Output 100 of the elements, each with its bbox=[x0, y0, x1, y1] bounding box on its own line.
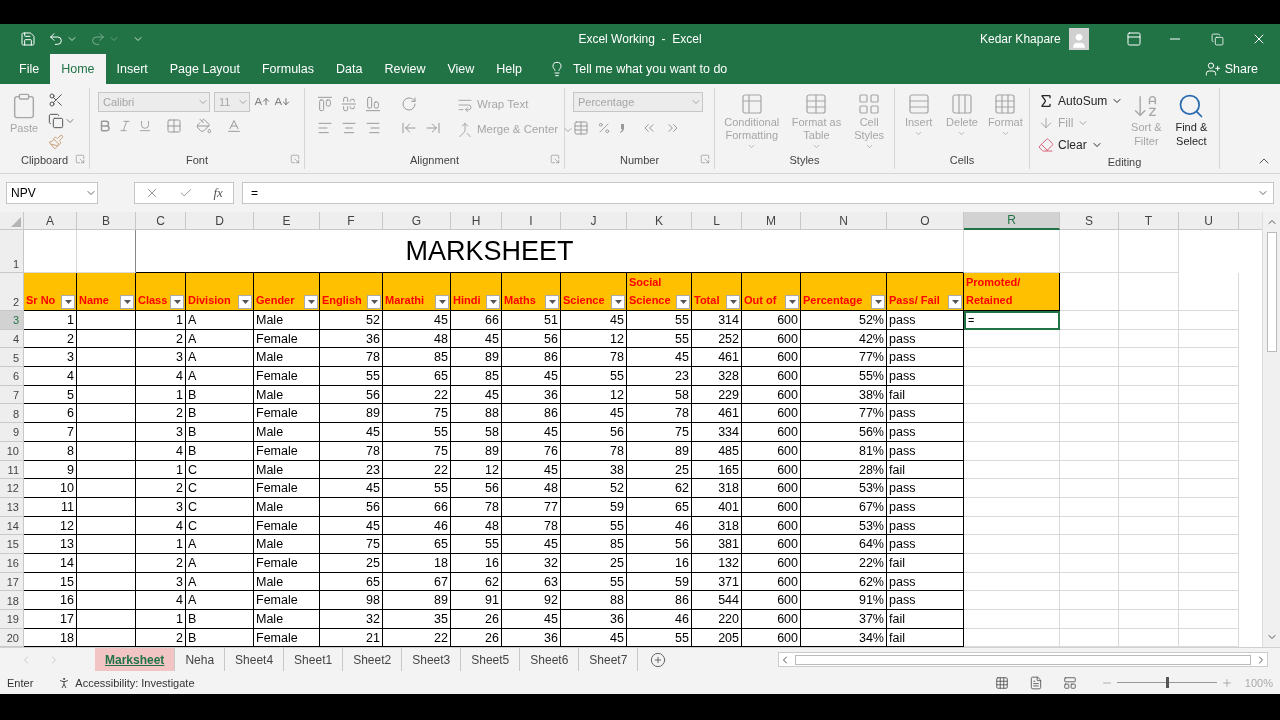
dialog-launcher-icon[interactable] bbox=[290, 154, 300, 164]
empty-cell[interactable] bbox=[77, 441, 136, 461]
empty-cell[interactable] bbox=[77, 385, 136, 405]
empty-cell[interactable] bbox=[77, 348, 136, 368]
row-header[interactable]: 15 bbox=[0, 535, 24, 554]
decrease-indent-icon[interactable] bbox=[401, 120, 417, 136]
row-header[interactable]: 5 bbox=[0, 348, 24, 368]
empty-cell[interactable] bbox=[77, 610, 136, 629]
column-header[interactable]: A bbox=[24, 212, 77, 230]
tell-me-field[interactable]: Tell me what you want to do bbox=[573, 59, 774, 79]
dialog-launcher-icon[interactable] bbox=[550, 154, 560, 164]
filter-button[interactable] bbox=[304, 295, 318, 309]
filter-button[interactable] bbox=[435, 295, 449, 309]
zoom-thumb[interactable] bbox=[1165, 677, 1169, 689]
avatar[interactable] bbox=[1068, 28, 1089, 50]
autosave-icon[interactable] bbox=[20, 31, 36, 47]
clear-button[interactable]: Clear bbox=[1038, 136, 1124, 154]
format-painter-icon[interactable] bbox=[48, 134, 64, 150]
undo-icon[interactable] bbox=[48, 31, 64, 47]
active-cell[interactable]: = bbox=[964, 311, 1060, 330]
empty-cell[interactable] bbox=[77, 311, 136, 330]
scrollbar-thumb[interactable] bbox=[1266, 232, 1277, 352]
restore-icon[interactable] bbox=[1210, 32, 1224, 46]
column-header[interactable]: F bbox=[320, 212, 383, 230]
align-right-icon[interactable] bbox=[365, 120, 381, 136]
row-header[interactable]: 9 bbox=[0, 423, 24, 442]
find-select-button[interactable]: Find & Select bbox=[1169, 92, 1214, 148]
empty-cell[interactable] bbox=[77, 572, 136, 592]
column-header[interactable]: I bbox=[502, 212, 561, 230]
column-header[interactable]: D bbox=[186, 212, 254, 230]
empty-cell[interactable] bbox=[77, 553, 136, 573]
insert-function-button[interactable]: fx bbox=[213, 183, 223, 203]
share-button[interactable]: Share bbox=[1204, 54, 1280, 84]
autosum-button[interactable]: AutoSum bbox=[1038, 92, 1124, 110]
filter-button[interactable] bbox=[120, 295, 134, 309]
filter-button[interactable] bbox=[726, 295, 740, 309]
select-all-icon[interactable] bbox=[11, 217, 21, 227]
ribbon-tab[interactable]: Help bbox=[485, 54, 534, 84]
empty-cell[interactable] bbox=[77, 591, 136, 610]
dialog-launcher-icon[interactable] bbox=[75, 154, 85, 164]
column-header[interactable]: M bbox=[742, 212, 801, 230]
bottom-align-icon[interactable] bbox=[365, 96, 381, 112]
empty-cell[interactable] bbox=[77, 367, 136, 386]
sheet-tab[interactable]: Marksheet bbox=[95, 648, 176, 672]
column-header[interactable]: T bbox=[1119, 212, 1179, 230]
column-header[interactable]: R bbox=[964, 212, 1060, 230]
column-header[interactable]: U bbox=[1179, 212, 1239, 230]
empty-cell[interactable] bbox=[77, 497, 136, 517]
ribbon-tab[interactable]: Data bbox=[325, 54, 374, 84]
filter-button[interactable] bbox=[238, 295, 252, 309]
empty-cell[interactable] bbox=[77, 329, 136, 349]
middle-align-icon[interactable] bbox=[341, 96, 357, 112]
enter-icon[interactable] bbox=[179, 186, 194, 200]
row-header[interactable]: 6 bbox=[0, 367, 24, 386]
row-header[interactable]: 12 bbox=[0, 479, 24, 498]
empty-cell[interactable] bbox=[77, 479, 136, 498]
empty-cell[interactable] bbox=[77, 535, 136, 554]
horizontal-scrollbar[interactable] bbox=[778, 652, 1268, 668]
filter-button[interactable] bbox=[785, 295, 799, 309]
filter-button[interactable] bbox=[545, 295, 559, 309]
column-header[interactable]: S bbox=[1060, 212, 1119, 230]
row-header[interactable]: 8 bbox=[0, 404, 24, 424]
row-header[interactable]: 18 bbox=[0, 591, 24, 610]
dialog-launcher-icon[interactable] bbox=[700, 154, 710, 164]
zoom-slider[interactable] bbox=[1116, 676, 1217, 690]
row-header[interactable]: 19 bbox=[0, 610, 24, 629]
filter-button[interactable] bbox=[61, 295, 75, 309]
filter-button[interactable] bbox=[948, 295, 962, 309]
accessibility-status[interactable]: Accessibility: Investigate bbox=[75, 674, 195, 692]
column-header[interactable]: B bbox=[77, 212, 136, 230]
cut-icon[interactable] bbox=[48, 92, 64, 108]
align-center-icon[interactable] bbox=[341, 120, 357, 136]
page-layout-icon[interactable] bbox=[1028, 675, 1043, 690]
ribbon-tab[interactable]: Formulas bbox=[250, 54, 326, 84]
column-header[interactable]: O bbox=[887, 212, 964, 230]
column-header[interactable]: J bbox=[561, 212, 627, 230]
column-header[interactable]: H bbox=[451, 212, 502, 230]
ribbon-tab[interactable]: View bbox=[436, 54, 486, 84]
column-header[interactable]: E bbox=[254, 212, 320, 230]
filter-button[interactable] bbox=[486, 295, 500, 309]
empty-cell[interactable] bbox=[77, 460, 136, 480]
row-header[interactable]: 3 bbox=[0, 311, 24, 330]
filter-button[interactable] bbox=[871, 295, 885, 309]
ribbon-tab[interactable]: Review bbox=[373, 54, 437, 84]
formula-field[interactable]: = bbox=[242, 182, 1274, 204]
align-left-icon[interactable] bbox=[317, 120, 333, 136]
filter-button[interactable] bbox=[611, 295, 625, 309]
column-header[interactable]: L bbox=[692, 212, 742, 230]
ribbon-tab[interactable]: Home bbox=[50, 54, 106, 84]
row-header[interactable]: 2 bbox=[0, 273, 24, 311]
increase-indent-icon[interactable] bbox=[425, 120, 441, 136]
empty-cell[interactable] bbox=[77, 423, 136, 442]
ribbon-tab[interactable]: Insert bbox=[105, 54, 159, 84]
row-header[interactable]: 1 bbox=[0, 230, 24, 273]
ribbon-display-icon[interactable] bbox=[1125, 31, 1142, 47]
ribbon-tab[interactable]: Page Layout bbox=[158, 54, 251, 84]
page-break-icon[interactable] bbox=[1062, 675, 1077, 690]
name-box[interactable]: NPV bbox=[6, 182, 98, 204]
vertical-scrollbar[interactable] bbox=[1262, 212, 1280, 648]
column-header[interactable]: C bbox=[136, 212, 186, 230]
